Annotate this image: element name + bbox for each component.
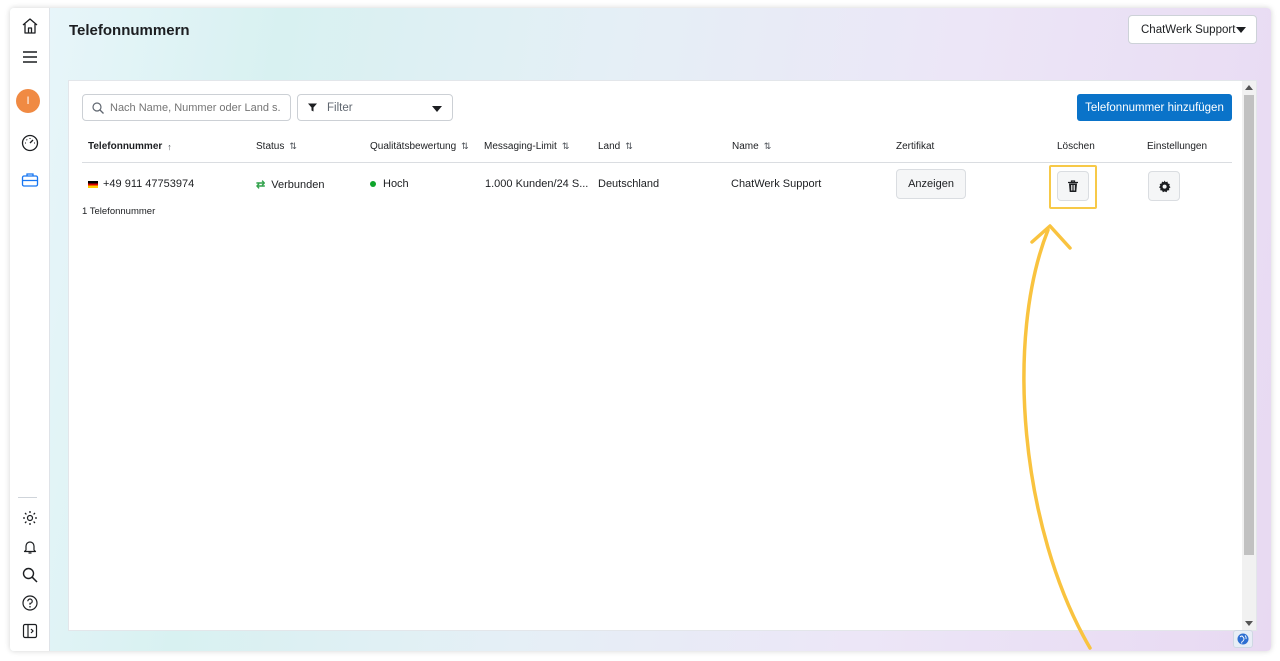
country-cell: Deutschland	[598, 178, 660, 190]
chevron-down-icon	[1236, 27, 1246, 33]
language-button[interactable]	[1233, 630, 1253, 648]
settings-icon[interactable]	[18, 506, 42, 530]
sort-icon: ⇅	[763, 141, 772, 151]
table-header: Telefonnummer ↑ Status ⇅ Qualitätsbewertun…	[82, 133, 1232, 163]
scroll-down-arrow[interactable]	[1245, 621, 1253, 626]
sort-icon: ⇅	[561, 141, 570, 151]
name-cell: ChatWerk Support	[731, 178, 822, 190]
status-cell: ⇄ Verbunden	[256, 178, 325, 192]
column-header-delete: Löschen	[1057, 141, 1095, 152]
view-certificate-button[interactable]: Anzeigen	[896, 169, 966, 199]
search-icon[interactable]	[18, 563, 42, 587]
sort-icon: ⇅	[625, 141, 633, 151]
scroll-up-arrow[interactable]	[1245, 85, 1253, 90]
result-count: 1 Telefonnummer	[82, 206, 156, 217]
filter-dropdown[interactable]: Filter	[297, 94, 453, 121]
page-title: Telefonnummern	[69, 22, 190, 39]
app-window: I Telefonnummern ChatWerk Support Nach N…	[10, 8, 1271, 651]
row-settings-button[interactable]	[1148, 171, 1180, 201]
limit-cell: 1.000 Kunden/24 S...	[485, 178, 589, 190]
search-input[interactable]	[110, 101, 280, 114]
chevron-down-icon	[432, 106, 442, 112]
panel-toggle-icon[interactable]	[18, 619, 42, 643]
account-selector[interactable]: ChatWerk Support	[1128, 15, 1257, 44]
phone-cell: +49 911 47753974	[88, 178, 194, 190]
connected-icon: ⇄	[256, 179, 266, 191]
table-row[interactable]: +49 911 47753974 ⇄ Verbunden Hoch 1.000 …	[82, 164, 1232, 209]
phone-numbers-panel: Filter Telefonnummer hinzufügen Telefonn…	[68, 80, 1257, 631]
column-header-phone[interactable]: Telefonnummer ↑	[88, 141, 172, 152]
home-icon[interactable]	[18, 14, 42, 38]
globe-icon	[1237, 633, 1249, 645]
menu-icon[interactable]	[18, 45, 42, 69]
trash-icon	[1068, 179, 1078, 192]
bell-icon[interactable]	[18, 535, 42, 559]
filter-label: Filter	[327, 101, 353, 114]
quality-dot-icon	[370, 181, 376, 187]
sort-icon: ⇅	[461, 141, 469, 151]
column-header-limit[interactable]: Messaging-Limit ⇅	[484, 141, 569, 152]
help-icon[interactable]	[18, 591, 42, 615]
dashboard-icon[interactable]	[18, 131, 42, 155]
add-phone-number-button[interactable]: Telefonnummer hinzufügen	[1077, 94, 1232, 121]
search-icon	[92, 101, 104, 114]
briefcase-icon[interactable]	[18, 168, 42, 192]
vertical-scrollbar[interactable]	[1242, 81, 1256, 630]
quality-cell: Hoch	[370, 178, 409, 190]
avatar[interactable]: I	[16, 89, 40, 113]
search-field[interactable]	[82, 94, 291, 121]
sort-icon: ⇅	[289, 141, 297, 151]
gear-icon	[1158, 180, 1170, 192]
account-selector-label: ChatWerk Support	[1141, 23, 1236, 36]
sidebar-rail: I	[10, 8, 50, 651]
germany-flag-icon	[88, 180, 98, 188]
column-header-quality[interactable]: Qualitätsbewertung ⇅	[370, 141, 469, 152]
sort-asc-icon: ↑	[167, 141, 172, 152]
column-header-certificate: Zertifikat	[896, 141, 935, 152]
column-header-name[interactable]: Name ⇅	[732, 141, 771, 152]
funnel-icon	[308, 103, 317, 112]
rail-divider	[18, 497, 37, 498]
scroll-thumb[interactable]	[1244, 95, 1254, 555]
column-header-country[interactable]: Land ⇅	[598, 141, 633, 152]
column-header-status[interactable]: Status ⇅	[256, 141, 297, 152]
column-header-settings: Einstellungen	[1147, 141, 1208, 152]
delete-button[interactable]	[1057, 171, 1089, 201]
